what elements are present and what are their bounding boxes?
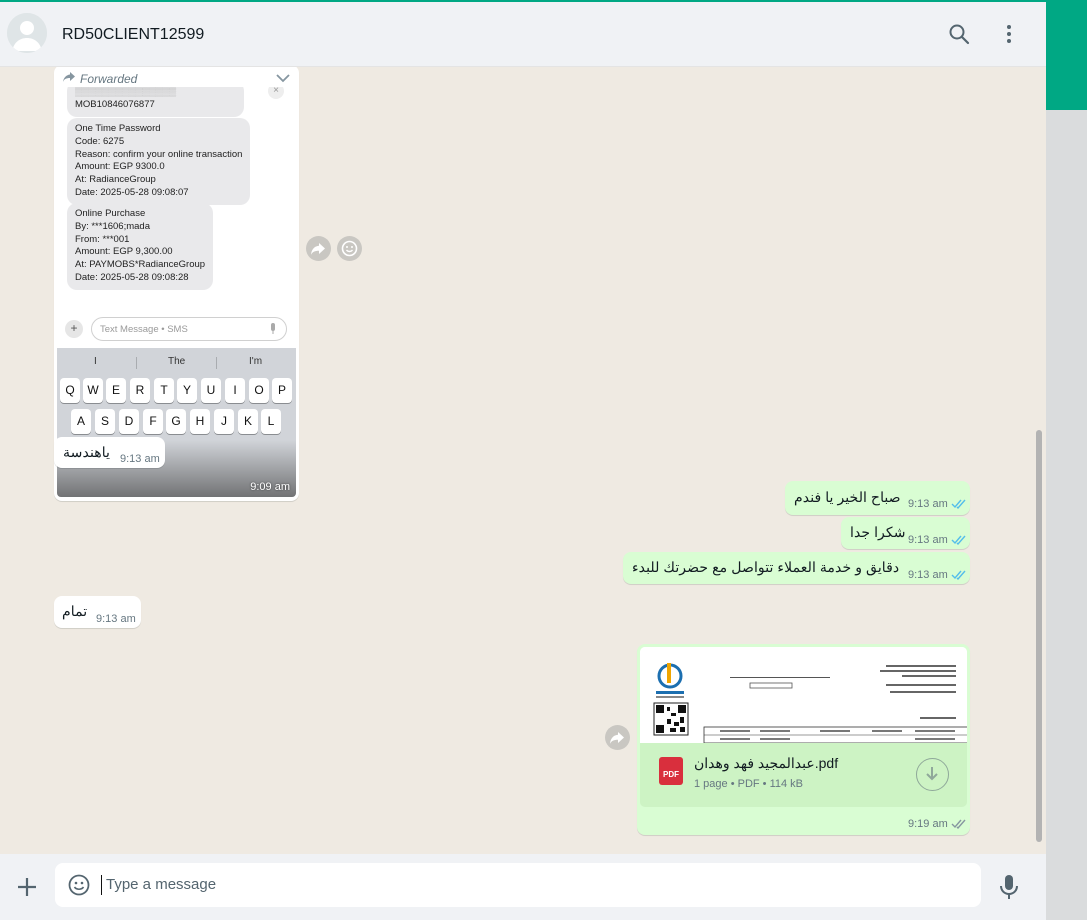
message-time: 9:19 am [908, 818, 948, 830]
message-placeholder: Type a message [106, 876, 217, 893]
keyboard-key: J [214, 409, 234, 434]
sms-bubble-purchase: Online Purchase By: ***1606;mada From: *… [67, 203, 214, 290]
microphone-icon[interactable] [998, 874, 1020, 900]
side-accent-panel [1046, 0, 1087, 110]
sms-compose-bar: + Text Message • SMS [63, 317, 291, 341]
document-filename[interactable]: عبدالمجيد فهد وهدان.pdf [694, 755, 838, 772]
keyboard-key: H [190, 409, 210, 434]
share-arrow-icon [311, 243, 325, 255]
message-time: 9:09 am [250, 481, 290, 493]
keyboard: I The I'm Q W E R T Y U I O P A S D F G [57, 348, 296, 497]
read-ticks-icon [951, 535, 966, 546]
message-text: صباح الخير يا فندم [794, 490, 901, 506]
keyboard-key: O [249, 378, 269, 403]
keyboard-key: K [238, 409, 258, 434]
forward-arrow-icon [63, 72, 75, 82]
text-caret [101, 875, 102, 895]
chat-scrollbar[interactable] [1036, 430, 1042, 842]
document-message[interactable]: PDF عبدالمجيد فهد وهدان.pdf 1 page • PDF… [637, 644, 970, 835]
attach-plus-icon[interactable] [14, 874, 40, 900]
read-ticks-icon [951, 819, 966, 830]
mic-icon [271, 323, 275, 334]
message-text: شكرا جدا [850, 525, 906, 541]
forward-button[interactable] [605, 725, 630, 750]
message-time: 9:13 am [96, 613, 136, 625]
download-arrow-icon [926, 767, 938, 781]
forwarded-image-message[interactable]: Forwarded ▒▒▒▒▒▒▒▒▒▒▒▒▒▒▒ MOB10846076877… [54, 67, 299, 501]
message-time: 9:13 am [908, 534, 948, 546]
outgoing-message[interactable]: شكرا جدا 9:13 am [841, 517, 970, 549]
keyboard-key: I [225, 378, 245, 403]
keyboard-key: L [261, 409, 281, 434]
share-arrow-icon [610, 732, 624, 744]
side-gray-panel [1046, 110, 1087, 920]
smiley-icon [341, 240, 358, 257]
incoming-message[interactable]: ياهندسة 9:13 am [54, 437, 165, 468]
contact-avatar[interactable] [7, 13, 47, 53]
document-details: 1 page • PDF • 114 kB [694, 778, 804, 790]
message-text: دقايق و خدمة العملاء تتواصل مع حضرتك للب… [632, 560, 900, 576]
close-icon: × [268, 87, 284, 99]
keyboard-key: T [154, 378, 174, 403]
contact-name[interactable]: RD50CLIENT12599 [62, 26, 204, 44]
menu-dots-icon[interactable] [997, 22, 1021, 46]
sms-input-placeholder: Text Message • SMS [91, 317, 287, 341]
incoming-message[interactable]: تمام 9:13 am [54, 596, 141, 628]
forward-button[interactable] [306, 236, 331, 261]
document-info: PDF عبدالمجيد فهد وهدان.pdf 1 page • PDF… [640, 743, 967, 807]
download-button[interactable] [916, 758, 949, 791]
message-text: تمام [62, 604, 88, 620]
keyboard-key: Q [60, 378, 80, 403]
keyboard-key: P [272, 378, 292, 403]
plus-icon: + [65, 320, 83, 338]
outgoing-message[interactable]: صباح الخير يا فندم 9:13 am [785, 481, 970, 515]
sticker-emoji-icon[interactable] [68, 874, 90, 896]
keyboard-key: A [71, 409, 91, 434]
suggestion: I [94, 356, 97, 367]
keyboard-key: D [119, 409, 139, 434]
sms-screenshot-image[interactable]: ▒▒▒▒▒▒▒▒▒▒▒▒▒▒▒ MOB10846076877 × One Tim… [57, 87, 296, 497]
message-input[interactable]: Type a message [55, 863, 981, 907]
chat-panel: Forwarded ▒▒▒▒▒▒▒▒▒▒▒▒▒▒▒ MOB10846076877… [0, 67, 1046, 854]
sms-bubble-partial: ▒▒▒▒▒▒▒▒▒▒▒▒▒▒▒ MOB10846076877 [67, 87, 244, 117]
message-text: ياهندسة [63, 445, 110, 461]
keyboard-key: G [166, 409, 186, 434]
chevron-down-icon[interactable] [274, 71, 292, 85]
forwarded-label: Forwarded [80, 72, 138, 86]
message-time: 9:13 am [908, 498, 948, 510]
read-ticks-icon [951, 499, 966, 510]
sms-bubble-otp: One Time Password Code: 6275 Reason: con… [67, 118, 251, 205]
keyboard-key: E [106, 378, 126, 403]
default-avatar-icon [7, 13, 47, 53]
message-composer: Type a message [0, 854, 1046, 920]
outgoing-message[interactable]: دقايق و خدمة العملاء تتواصل مع حضرتك للب… [623, 552, 970, 584]
read-ticks-icon [951, 570, 966, 581]
keyboard-key: S [95, 409, 115, 434]
pdf-file-icon: PDF [659, 757, 683, 785]
keyboard-key: W [83, 378, 103, 403]
chat-header: RD50CLIENT12599 [0, 2, 1046, 67]
react-button[interactable] [337, 236, 362, 261]
search-icon[interactable] [947, 22, 971, 46]
suggestion: I'm [249, 356, 263, 367]
keyboard-key: R [130, 378, 150, 403]
message-time: 9:13 am [120, 453, 160, 465]
suggestion: The [168, 356, 186, 367]
message-time: 9:13 am [908, 569, 948, 581]
keyboard-key: Y [177, 378, 197, 403]
keyboard-key: U [201, 378, 221, 403]
pdf-preview[interactable] [640, 647, 967, 743]
pdf-preview-image [640, 647, 967, 743]
keyboard-key: F [143, 409, 163, 434]
